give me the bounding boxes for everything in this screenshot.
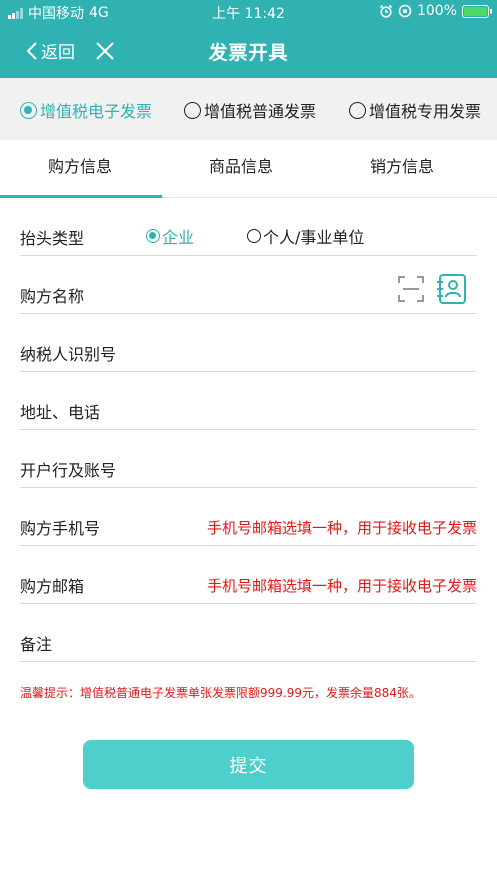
app-header: 中国移动 4G 上午 11:42 100% 返回 发票开具 — [0, 0, 497, 78]
buyer-email-input[interactable] — [170, 573, 477, 599]
row-buyer-phone: 购方手机号 手机号邮箱选填一种，用于接收电子发票 — [20, 488, 477, 546]
bank-account-input[interactable] — [170, 457, 477, 483]
header-type-label: 抬头类型 — [20, 229, 85, 248]
buyer-email-label: 购方邮箱 — [20, 577, 85, 596]
radio-unchecked-icon — [247, 229, 261, 243]
row-bank-account: 开户行及账号 — [20, 430, 477, 488]
row-address-phone: 地址、电话 — [20, 372, 477, 430]
row-remarks: 备注 — [20, 604, 477, 662]
tab-goods-info[interactable]: 商品信息 — [161, 140, 321, 198]
row-buyer-email: 购方邮箱 手机号邮箱选填一种，用于接收电子发票 — [20, 546, 477, 604]
tab-buyer-info[interactable]: 购方信息 — [0, 140, 162, 198]
radio-checked-icon — [20, 101, 37, 119]
header-type-company[interactable]: 企业 — [146, 224, 194, 248]
bank-account-label: 开户行及账号 — [20, 461, 117, 480]
radio-checked-icon — [146, 229, 160, 243]
tab-seller-info[interactable]: 销方信息 — [322, 140, 482, 198]
remarks-input[interactable] — [170, 631, 477, 657]
header-type-option-label: 企业 — [162, 228, 195, 247]
remarks-label: 备注 — [20, 635, 53, 654]
row-buyer-name: 购方名称 — [20, 256, 477, 314]
buyer-phone-label: 购方手机号 — [20, 519, 101, 538]
status-bar: 中国移动 4G 上午 11:42 100% — [0, 0, 497, 24]
row-header-type: 抬头类型 企业 个人/事业单位 — [20, 198, 477, 256]
header-type-personal[interactable]: 个人/事业单位 — [247, 224, 364, 248]
buyer-phone-input[interactable] — [170, 515, 477, 541]
page-title: 发票开具 — [208, 42, 289, 64]
contact-book-icon[interactable] — [435, 273, 467, 305]
radio-unchecked-icon — [184, 101, 201, 119]
alarm-icon — [379, 4, 393, 18]
quota-tip: 温馨提示：增值税普通电子发票单张发票限额999.99元，发票余量884张。 — [20, 686, 421, 700]
taxpayer-id-input[interactable] — [170, 341, 477, 367]
invoice-type-special[interactable]: 增值税专用发票 — [349, 98, 481, 122]
taxpayer-id-label: 纳税人识别号 — [20, 345, 117, 364]
row-taxpayer-id: 纳税人识别号 — [20, 314, 477, 372]
invoice-type-label: 增值税普通发票 — [204, 102, 317, 121]
tab-bar: 购方信息 商品信息 销方信息 — [0, 140, 497, 198]
address-phone-label: 地址、电话 — [20, 403, 101, 422]
buyer-name-input[interactable] — [170, 283, 387, 309]
radio-unchecked-icon — [349, 101, 366, 119]
nav-bar: 返回 发票开具 — [0, 26, 497, 78]
invoice-type-electronic[interactable]: 增值税电子发票 — [20, 98, 152, 122]
buyer-name-label: 购方名称 — [20, 287, 85, 306]
battery-icon — [462, 4, 492, 18]
header-type-option-label: 个人/事业单位 — [263, 228, 365, 247]
address-phone-input[interactable] — [170, 399, 477, 425]
invoice-type-label: 增值税专用发票 — [369, 102, 482, 121]
battery-percent: 100% — [416, 3, 457, 19]
invoice-type-selector: 增值税电子发票 增值税普通发票 增值税专用发票 — [0, 78, 497, 140]
invoice-type-plain[interactable]: 增值税普通发票 — [184, 98, 316, 122]
orientation-lock-icon — [398, 4, 412, 18]
scan-icon[interactable] — [397, 275, 425, 303]
submit-button[interactable]: 提交 — [83, 740, 414, 789]
invoice-type-label: 增值税电子发票 — [40, 102, 153, 121]
status-right: 100% — [379, 3, 492, 19]
